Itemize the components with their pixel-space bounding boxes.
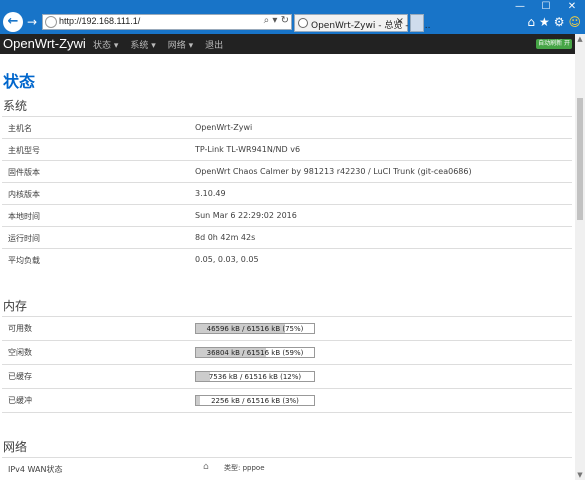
row-label: 主机名 (8, 124, 32, 133)
table-row: 主机名 OpenWrt-Zywi (2, 116, 572, 138)
row-value: TP-Link TL-WR941N/ND v6 (195, 145, 301, 154)
menu-network[interactable]: 网络 ▾ (168, 38, 193, 51)
scroll-up-icon[interactable]: ▲ (575, 34, 585, 44)
scroll-down-icon[interactable]: ▼ (575, 470, 585, 480)
row-value: 3.10.49 (195, 189, 226, 198)
table-row: 运行时间 8d 0h 42m 42s (2, 226, 572, 248)
row-label: 运行时间 (8, 234, 40, 243)
row-label: IPv4 WAN状态 (8, 465, 63, 474)
auto-refresh-badge[interactable]: 自动刷新 开 (536, 39, 572, 49)
row-label: 主机型号 (8, 146, 40, 155)
system-heading: 系统 (3, 99, 28, 113)
row-value: 0.05, 0.03, 0.05 (195, 255, 259, 264)
table-row: 本地时间 Sun Mar 6 22:29:02 2016 (2, 204, 572, 226)
table-row: 主机型号 TP-Link TL-WR941N/ND v6 (2, 138, 572, 160)
page-title: 状态 (3, 72, 36, 91)
row-value: Sun Mar 6 22:29:02 2016 (195, 211, 297, 220)
table-row: 平均负载 0.05, 0.03, 0.05 (2, 248, 572, 270)
forward-button[interactable]: → (25, 12, 39, 32)
maximize-button[interactable]: ☐ (533, 0, 559, 14)
row-value: 8d 0h 42m 42s (195, 233, 256, 242)
url-text: http://192.168.111.1/ (59, 16, 141, 26)
table-row: 固件版本 OpenWrt Chaos Calmer by 981213 r422… (2, 160, 572, 182)
row-label: 可用数 (8, 324, 32, 333)
row-label: 平均负载 (8, 256, 40, 265)
progress-text: 36804 kB / 61516 kB (59%) (206, 349, 304, 357)
brand-title[interactable]: OpenWrt-Zywi (3, 36, 86, 51)
row-value: OpenWrt-Zywi (195, 123, 253, 132)
row-label: 本地时间 (8, 212, 40, 221)
menu-status[interactable]: 状态 ▾ (93, 38, 118, 51)
new-tab-button[interactable] (410, 14, 424, 32)
row-label: 已缓冲 (8, 396, 32, 405)
memory-progress-bar: 36804 kB / 61516 kB (59%) (195, 347, 315, 358)
row-label: 已缓存 (8, 372, 32, 381)
back-button[interactable]: ← (3, 12, 23, 32)
window-controls: — ☐ ✕ (507, 0, 585, 14)
openwrt-navbar: OpenWrt-Zywi 状态 ▾ 系统 ▾ 网络 ▾ 退出 自动刷新 开 (0, 34, 575, 54)
table-row: IPv4 WAN状态 ⌂ 类型: pppoe (2, 457, 572, 479)
feedback-smiley-icon[interactable]: ☺ (568, 14, 581, 30)
row-label: 固件版本 (8, 168, 40, 177)
memory-progress-bar: 7536 kB / 61516 kB (12%) (195, 371, 315, 382)
row-label: 内核版本 (8, 190, 40, 199)
menu-system[interactable]: 系统 ▾ (130, 38, 155, 51)
site-icon (45, 16, 57, 28)
main-menu: 状态 ▾ 系统 ▾ 网络 ▾ 退出 (93, 38, 235, 51)
minimize-button[interactable]: — (507, 0, 533, 14)
section-divider (2, 412, 572, 413)
wan-type-value: 类型: pppoe (224, 464, 265, 472)
table-row: 已缓冲 2256 kB / 61516 kB (3%) (2, 388, 572, 410)
address-tools[interactable]: ⌕ ▾ ↻ (264, 15, 289, 26)
address-bar[interactable]: http://192.168.111.1/ ⌕ ▾ ↻ (42, 14, 292, 30)
network-port-icon: ⌂ (203, 462, 209, 472)
favorites-icon[interactable]: ★ (539, 14, 550, 30)
scroll-thumb[interactable] (577, 98, 583, 220)
table-row: 内核版本 3.10.49 (2, 182, 572, 204)
menu-logout[interactable]: 退出 (205, 38, 223, 51)
row-value: OpenWrt Chaos Calmer by 981213 r42230 / … (195, 167, 472, 176)
progress-text: 46596 kB / 61516 kB (75%) (206, 325, 304, 333)
settings-icon[interactable]: ⚙ (554, 14, 565, 30)
network-heading: 网络 (3, 440, 28, 454)
progress-text: 2256 kB / 61516 kB (3%) (211, 397, 299, 405)
vertical-scrollbar[interactable]: ▲ ▼ (575, 34, 585, 480)
browser-chrome: — ☐ ✕ ← → http://192.168.111.1/ ⌕ ▾ ↻ Op… (0, 0, 585, 34)
tab-close-button[interactable]: × (396, 16, 404, 27)
close-window-button[interactable]: ✕ (559, 0, 585, 14)
progress-text: 7536 kB / 61516 kB (12%) (208, 373, 302, 381)
browser-tab[interactable]: OpenWrt-Zywi - 总览 - Lu... × (294, 14, 430, 32)
tab-favicon-icon (298, 18, 308, 28)
memory-progress-bar: 2256 kB / 61516 kB (3%) (195, 395, 315, 406)
row-label: 空闲数 (8, 348, 32, 357)
table-row: 可用数 46596 kB / 61516 kB (75%) (2, 316, 572, 338)
memory-heading: 内存 (3, 299, 28, 313)
memory-progress-bar: 46596 kB / 61516 kB (75%) (195, 323, 315, 334)
table-row: 空闲数 36804 kB / 61516 kB (59%) (2, 340, 572, 362)
browser-tools: ⌂ ★ ⚙ ☺ (527, 14, 581, 30)
table-row: 已缓存 7536 kB / 61516 kB (12%) (2, 364, 572, 386)
home-icon[interactable]: ⌂ (527, 14, 535, 30)
